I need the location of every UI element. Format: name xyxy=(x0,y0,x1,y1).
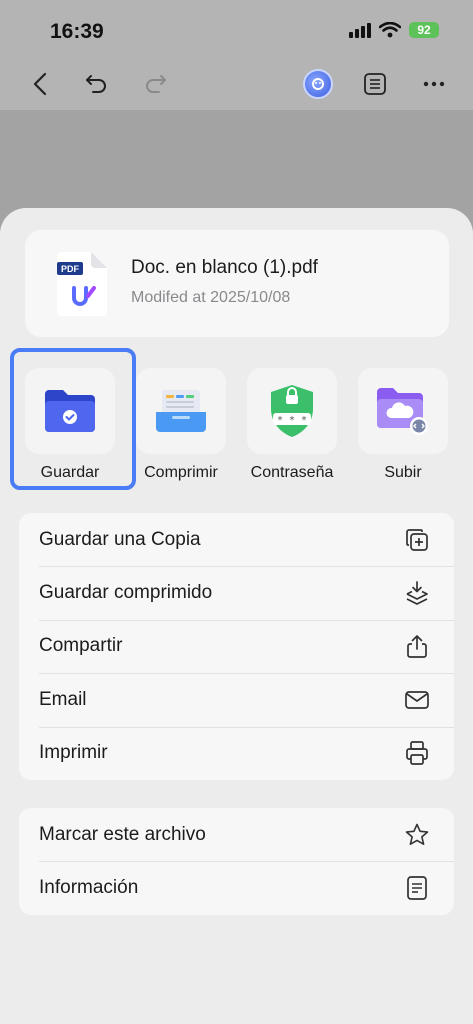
cloud-upload-folder-icon xyxy=(377,388,428,435)
chevron-left-icon xyxy=(33,72,47,96)
compress-tray-icon xyxy=(156,390,206,432)
printer-icon xyxy=(406,741,428,766)
menu-item-share[interactable]: Compartir xyxy=(19,619,454,673)
action-password[interactable]: * * * Contraseña xyxy=(242,368,342,482)
ai-assistant-icon xyxy=(303,69,333,99)
redo-button[interactable] xyxy=(136,64,176,104)
menu-item-label: Información xyxy=(39,877,139,899)
menu-item-label: Marcar este archivo xyxy=(39,823,206,845)
mail-icon xyxy=(405,691,429,709)
menu-group-primary: Guardar una Copia Guardar comprimido Com… xyxy=(19,513,454,780)
file-modified-date: Modifed at 2025/10/08 xyxy=(131,289,291,306)
menu-item-label: Guardar comprimido xyxy=(39,582,213,604)
password-shield-icon: * * * xyxy=(271,385,313,437)
svg-text:* * *: * * * xyxy=(277,415,307,426)
menu-item-label: Email xyxy=(39,688,87,710)
action-password-label: Contraseña xyxy=(250,464,334,481)
copy-add-icon xyxy=(406,528,428,551)
status-icons: 92 xyxy=(349,22,439,38)
menu-item-save-copy[interactable]: Guardar una Copia xyxy=(19,513,454,566)
menu-item-label: Compartir xyxy=(39,635,123,657)
list-icon xyxy=(364,73,386,95)
action-save-tile[interactable] xyxy=(25,368,115,454)
menu-item-save-compressed[interactable]: Guardar comprimido xyxy=(19,566,454,619)
cellular-signal-icon xyxy=(349,22,371,38)
top-bar: 16:39 92 xyxy=(0,0,473,110)
action-password-tile[interactable]: * * * xyxy=(247,368,337,454)
info-doc-icon xyxy=(407,876,427,900)
file-card: PDF Doc. en blanco (1).pdf Modifed at 20… xyxy=(25,230,449,337)
more-dots-icon xyxy=(423,81,445,87)
status-time: 16:39 xyxy=(50,20,104,43)
action-upload[interactable]: Subir xyxy=(353,368,453,482)
more-button[interactable] xyxy=(414,64,454,104)
action-save[interactable]: Guardar xyxy=(20,368,120,482)
share-icon xyxy=(407,635,427,659)
outline-button[interactable] xyxy=(355,64,395,104)
menu-group-secondary: Marcar este archivo Información xyxy=(19,808,454,915)
menu-item-bookmark[interactable]: Marcar este archivo xyxy=(19,808,454,861)
layers-download-icon xyxy=(406,581,428,605)
action-upload-tile[interactable] xyxy=(358,368,448,454)
toolbar xyxy=(0,64,473,104)
folder-check-icon xyxy=(45,390,95,432)
dimmed-document-area[interactable] xyxy=(0,110,473,210)
action-compress-tile[interactable] xyxy=(136,368,226,454)
action-sheet: PDF Doc. en blanco (1).pdf Modifed at 20… xyxy=(0,208,473,1024)
menu-item-label: Guardar una Copia xyxy=(39,528,201,550)
pdf-badge: PDF xyxy=(61,264,80,274)
ai-assistant-button[interactable] xyxy=(298,64,338,104)
file-name: Doc. en blanco (1).pdf xyxy=(131,257,318,278)
back-button[interactable] xyxy=(20,64,60,104)
wifi-icon xyxy=(379,22,401,38)
action-save-label: Guardar xyxy=(40,464,100,481)
star-icon xyxy=(405,823,429,845)
menu-item-info[interactable]: Información xyxy=(19,861,454,914)
menu-item-email[interactable]: Email xyxy=(19,673,454,726)
status-bar: 16:39 92 xyxy=(0,18,473,48)
action-compress-label: Comprimir xyxy=(144,464,218,481)
action-upload-label: Subir xyxy=(384,464,422,481)
pdf-file-icon: PDF xyxy=(57,252,107,316)
menu-item-label: Imprimir xyxy=(39,742,108,764)
undo-icon xyxy=(86,75,106,93)
menu-item-print[interactable]: Imprimir xyxy=(19,726,454,780)
action-compress[interactable]: Comprimir xyxy=(131,368,231,482)
redo-icon xyxy=(146,75,166,93)
quick-actions: Guardar Comprimir * * * Contraseña Subir xyxy=(0,348,473,490)
undo-button[interactable] xyxy=(76,64,116,104)
battery-indicator: 92 xyxy=(409,22,439,38)
